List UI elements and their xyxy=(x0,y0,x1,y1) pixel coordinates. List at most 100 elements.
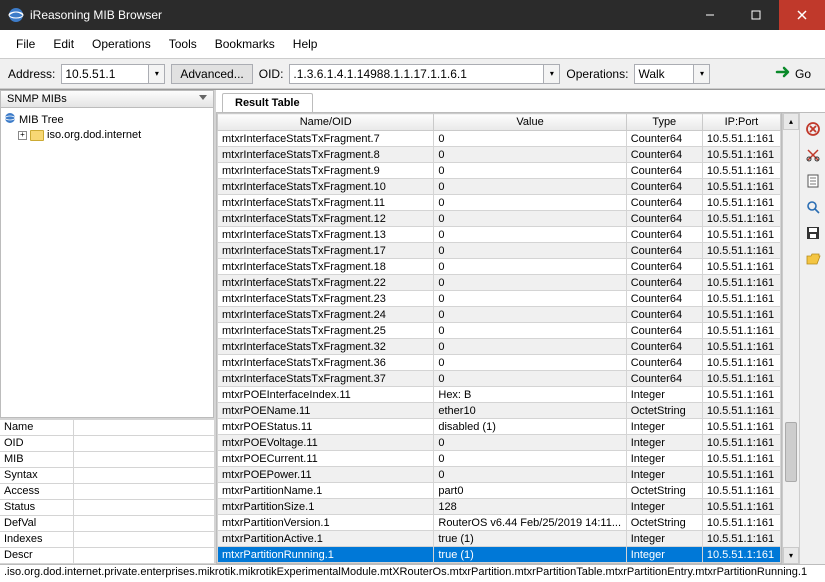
table-cell: 10.5.51.1:161 xyxy=(702,275,780,291)
menu-edit[interactable]: Edit xyxy=(45,34,82,54)
toolbar: Address: ▾ Advanced... OID: ▾ Operations… xyxy=(0,59,825,89)
tree-item[interactable]: + iso.org.dod.internet xyxy=(4,128,210,142)
table-row[interactable]: mtxrInterfaceStatsTxFragment.370Counter6… xyxy=(218,371,781,387)
maximize-button[interactable] xyxy=(733,0,779,30)
table-cell: mtxrInterfaceStatsTxFragment.9 xyxy=(218,163,434,179)
scroll-down-icon[interactable]: ▾ xyxy=(783,547,799,564)
document-icon[interactable] xyxy=(805,173,821,189)
search-icon[interactable] xyxy=(805,199,821,215)
advanced-button[interactable]: Advanced... xyxy=(171,64,252,84)
menu-bookmarks[interactable]: Bookmarks xyxy=(207,34,283,54)
table-row[interactable]: mtxrPOEStatus.11disabled (1)Integer10.5.… xyxy=(218,419,781,435)
detail-mib-label: MIB xyxy=(0,452,74,467)
table-row[interactable]: mtxrInterfaceStatsTxFragment.240Counter6… xyxy=(218,307,781,323)
left-panel: SNMP MIBs MIB Tree + iso.org.dod.interne… xyxy=(0,90,216,564)
col-ipport[interactable]: IP:Port xyxy=(702,114,780,131)
table-row[interactable]: mtxrInterfaceStatsTxFragment.130Counter6… xyxy=(218,227,781,243)
table-row[interactable]: mtxrInterfaceStatsTxFragment.180Counter6… xyxy=(218,259,781,275)
close-button[interactable] xyxy=(779,0,825,30)
table-cell: Counter64 xyxy=(626,227,702,243)
table-row[interactable]: mtxrInterfaceStatsTxFragment.250Counter6… xyxy=(218,323,781,339)
oid-dropdown-icon[interactable]: ▾ xyxy=(544,64,560,84)
table-cell: Counter64 xyxy=(626,195,702,211)
table-row[interactable]: mtxrPartitionSize.1128Integer10.5.51.1:1… xyxy=(218,499,781,515)
table-cell: Integer xyxy=(626,419,702,435)
detail-access-label: Access xyxy=(0,484,74,499)
table-cell: 10.5.51.1:161 xyxy=(702,451,780,467)
tree-root[interactable]: MIB Tree xyxy=(4,111,210,128)
col-name[interactable]: Name/OID xyxy=(218,114,434,131)
col-value[interactable]: Value xyxy=(434,114,626,131)
col-type[interactable]: Type xyxy=(626,114,702,131)
table-row[interactable]: mtxrPOEName.11ether10OctetString10.5.51.… xyxy=(218,403,781,419)
menu-tools[interactable]: Tools xyxy=(161,34,205,54)
table-row[interactable]: mtxrInterfaceStatsTxFragment.80Counter64… xyxy=(218,147,781,163)
table-row[interactable]: mtxrPartitionRunning.1true (1)Integer10.… xyxy=(218,547,781,563)
operations-dropdown-icon[interactable]: ▾ xyxy=(694,64,710,84)
expand-icon[interactable]: + xyxy=(18,131,27,140)
scroll-thumb[interactable] xyxy=(785,422,797,482)
delete-icon[interactable] xyxy=(805,121,821,137)
table-cell: mtxrPOEName.11 xyxy=(218,403,434,419)
table-cell: Counter64 xyxy=(626,211,702,227)
table-cell: Counter64 xyxy=(626,339,702,355)
table-row[interactable]: mtxrPartitionVersion.1RouterOS v6.44 Feb… xyxy=(218,515,781,531)
table-row[interactable]: mtxrPOEPower.110Integer10.5.51.1:161 xyxy=(218,467,781,483)
table-row[interactable]: mtxrInterfaceStatsTxFragment.120Counter6… xyxy=(218,211,781,227)
go-button[interactable]: Go xyxy=(769,63,817,84)
table-cell: 10.5.51.1:161 xyxy=(702,483,780,499)
table-row[interactable]: mtxrPartitionName.1part0OctetString10.5.… xyxy=(218,483,781,499)
table-cell: mtxrInterfaceStatsTxFragment.36 xyxy=(218,355,434,371)
table-row[interactable]: mtxrPartitionActive.1true (1)Integer10.5… xyxy=(218,531,781,547)
table-row[interactable]: mtxrInterfaceStatsTxFragment.70Counter64… xyxy=(218,131,781,147)
table-row[interactable]: mtxrInterfaceStatsTxFragment.170Counter6… xyxy=(218,243,781,259)
table-row[interactable]: mtxrPOEInterfaceIndex.11Hex: BInteger10.… xyxy=(218,387,781,403)
detail-access-value xyxy=(74,484,214,499)
table-cell: mtxrInterfaceStatsTxFragment.11 xyxy=(218,195,434,211)
table-row[interactable]: mtxrInterfaceStatsTxFragment.230Counter6… xyxy=(218,291,781,307)
table-row[interactable]: mtxrInterfaceStatsTxFragment.360Counter6… xyxy=(218,355,781,371)
menu-operations[interactable]: Operations xyxy=(84,34,159,54)
address-input[interactable] xyxy=(61,64,149,84)
minimize-button[interactable] xyxy=(687,0,733,30)
table-row[interactable]: mtxrPOECurrent.110Integer10.5.51.1:161 xyxy=(218,451,781,467)
titlebar[interactable]: iReasoning MIB Browser xyxy=(0,0,825,30)
tab-result[interactable]: Result Table xyxy=(222,93,313,112)
table-cell: mtxrInterfaceStatsTxFragment.13 xyxy=(218,227,434,243)
table-cell: 10.5.51.1:161 xyxy=(702,531,780,547)
table-cell: Integer xyxy=(626,451,702,467)
table-row[interactable]: mtxrInterfaceStatsTxFragment.100Counter6… xyxy=(218,179,781,195)
menu-file[interactable]: File xyxy=(8,34,43,54)
save-icon[interactable] xyxy=(805,225,821,241)
table-row[interactable]: mtxrPOEVoltage.110Integer10.5.51.1:161 xyxy=(218,435,781,451)
table-cell: true (1) xyxy=(434,531,626,547)
table-row[interactable]: mtxrInterfaceStatsTxFragment.110Counter6… xyxy=(218,195,781,211)
cut-icon[interactable] xyxy=(805,147,821,163)
vertical-scrollbar[interactable]: ▴ ▾ xyxy=(782,113,799,564)
open-folder-icon[interactable] xyxy=(805,251,821,267)
address-dropdown-icon[interactable]: ▾ xyxy=(149,64,165,84)
table-cell: 10.5.51.1:161 xyxy=(702,259,780,275)
table-row[interactable]: mtxrInterfaceStatsTxFragment.220Counter6… xyxy=(218,275,781,291)
table-cell: 10.5.51.1:161 xyxy=(702,435,780,451)
menu-help[interactable]: Help xyxy=(285,34,326,54)
table-row[interactable]: mtxrInterfaceStatsTxFragment.320Counter6… xyxy=(218,339,781,355)
table-cell: 0 xyxy=(434,307,626,323)
table-row[interactable]: mtxrInterfaceStatsTxFragment.90Counter64… xyxy=(218,163,781,179)
table-cell: mtxrPOEVoltage.11 xyxy=(218,435,434,451)
scroll-up-icon[interactable]: ▴ xyxy=(783,113,799,130)
mib-tree[interactable]: MIB Tree + iso.org.dod.internet xyxy=(0,108,214,418)
table-cell: Counter64 xyxy=(626,131,702,147)
result-grid[interactable]: Name/OID Value Type IP:Port mtxrInterfac… xyxy=(216,113,782,564)
app-icon xyxy=(8,7,24,23)
detail-panel: Name OID MIB Syntax Access Status DefVal… xyxy=(0,418,214,564)
detail-name-label: Name xyxy=(0,420,74,435)
oid-input[interactable] xyxy=(289,64,544,84)
table-cell: 0 xyxy=(434,211,626,227)
table-cell: Counter64 xyxy=(626,323,702,339)
operations-select[interactable] xyxy=(634,64,694,84)
folder-icon xyxy=(30,130,44,141)
table-cell: 10.5.51.1:161 xyxy=(702,403,780,419)
detail-oid-value xyxy=(74,436,214,451)
mibs-header[interactable]: SNMP MIBs xyxy=(0,90,214,108)
